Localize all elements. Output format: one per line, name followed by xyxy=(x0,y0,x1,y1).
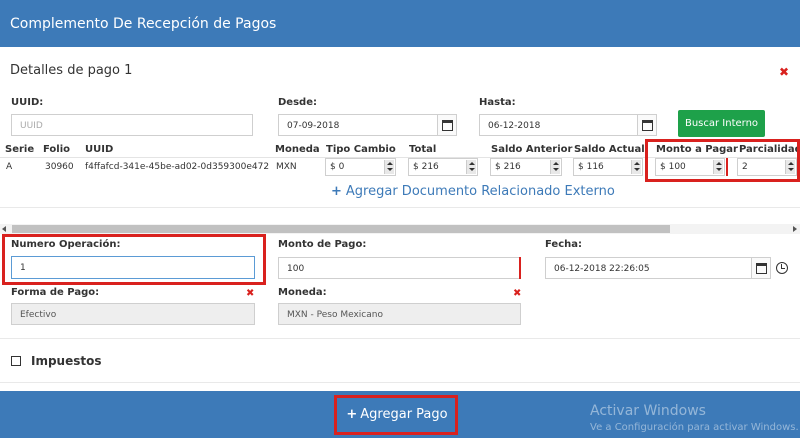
saldo-actual-input[interactable]: $ 116 xyxy=(573,158,643,176)
moneda-label: Moneda: xyxy=(278,287,327,298)
col-header-uuid: UUID xyxy=(85,144,114,155)
scroll-left-icon[interactable] xyxy=(2,226,6,232)
saldo-anterior-value: $ 216 xyxy=(495,162,521,172)
forma-pago-select[interactable]: Efectivo xyxy=(11,303,255,325)
saldo-anterior-input[interactable]: $ 216 xyxy=(490,158,562,176)
spinner-icon[interactable] xyxy=(631,160,641,174)
monto-pago-label: Monto de Pago: xyxy=(278,239,367,250)
spinner-icon[interactable] xyxy=(466,160,476,174)
clear-forma-pago-icon[interactable]: ✖ xyxy=(246,288,254,300)
modal-title: Complemento De Recepción de Pagos xyxy=(10,16,277,32)
desde-input[interactable]: 07-09-2018 xyxy=(278,114,438,136)
highlight-box-add-payment xyxy=(334,395,458,435)
col-header-moneda: Moneda xyxy=(275,144,320,155)
moneda-select[interactable]: MXN - Peso Mexicano xyxy=(278,303,521,325)
cell-serie: A xyxy=(6,162,13,172)
plus-icon: + xyxy=(331,184,342,199)
calendar-icon xyxy=(442,120,453,131)
scrollbar-thumb[interactable] xyxy=(12,225,670,233)
modal-header: Complemento De Recepción de Pagos xyxy=(0,0,800,47)
impuestos-checkbox[interactable] xyxy=(11,356,21,366)
col-header-saldo-anterior: Saldo Anterior xyxy=(491,144,573,155)
validation-marker xyxy=(519,257,521,279)
spinner-icon[interactable] xyxy=(384,160,394,174)
desde-calendar-button[interactable] xyxy=(438,114,457,136)
fecha-calendar-button[interactable] xyxy=(752,257,771,279)
desde-label: Desde: xyxy=(278,97,317,108)
windows-watermark-title: Activar Windows xyxy=(590,403,706,419)
cell-uuid: f4ffafcd-341e-45be-ad02-0d359300e472 xyxy=(85,162,270,172)
col-header-serie: Serie xyxy=(5,144,35,155)
cell-moneda: MXN xyxy=(276,162,297,172)
divider xyxy=(0,338,800,339)
clear-moneda-icon[interactable]: ✖ xyxy=(513,288,521,300)
calendar-icon xyxy=(756,263,767,274)
clock-icon[interactable] xyxy=(776,262,788,274)
col-header-tipo-cambio: Tipo Cambio xyxy=(326,144,396,155)
section-title: Detalles de pago 1 xyxy=(10,63,133,78)
search-internal-button[interactable]: Buscar Interno xyxy=(678,110,765,137)
tipo-cambio-input[interactable]: $ 0 xyxy=(325,158,396,176)
impuestos-label: Impuestos xyxy=(31,354,102,368)
hasta-label: Hasta: xyxy=(479,97,516,108)
saldo-actual-value: $ 116 xyxy=(578,162,604,172)
uuid-input[interactable]: UUID xyxy=(11,114,253,136)
close-icon[interactable]: ✖ xyxy=(779,66,789,78)
add-external-document-label: Agregar Documento Relacionado Externo xyxy=(345,184,615,199)
calendar-icon xyxy=(642,120,653,131)
fecha-input[interactable]: 06-12-2018 22:26:05 xyxy=(545,257,752,279)
col-header-saldo-actual: Saldo Actual xyxy=(574,144,645,155)
scroll-right-icon[interactable] xyxy=(793,226,797,232)
forma-pago-label: Forma de Pago: xyxy=(11,287,100,298)
highlight-box-monto-parcialidad xyxy=(645,139,800,182)
total-value: $ 216 xyxy=(413,162,439,172)
add-external-document-link[interactable]: + Agregar Documento Relacionado Externo xyxy=(331,184,615,199)
hasta-calendar-button[interactable] xyxy=(638,114,657,136)
highlight-box-numero-operacion xyxy=(2,234,266,285)
windows-watermark-subtitle: Ve a Configuración para activar Windows. xyxy=(590,422,799,433)
uuid-label: UUID: xyxy=(11,97,44,108)
divider xyxy=(0,382,800,383)
monto-pago-input[interactable]: 100 xyxy=(278,257,521,279)
hasta-input[interactable]: 06-12-2018 xyxy=(479,114,638,136)
divider xyxy=(0,207,800,208)
spinner-icon[interactable] xyxy=(550,160,560,174)
col-header-folio: Folio xyxy=(43,144,71,155)
col-header-total: Total xyxy=(409,144,437,155)
fecha-label: Fecha: xyxy=(545,239,583,250)
cell-folio: 30960 xyxy=(45,162,74,172)
tipo-cambio-value: $ 0 xyxy=(330,162,345,172)
total-input[interactable]: $ 216 xyxy=(408,158,478,176)
